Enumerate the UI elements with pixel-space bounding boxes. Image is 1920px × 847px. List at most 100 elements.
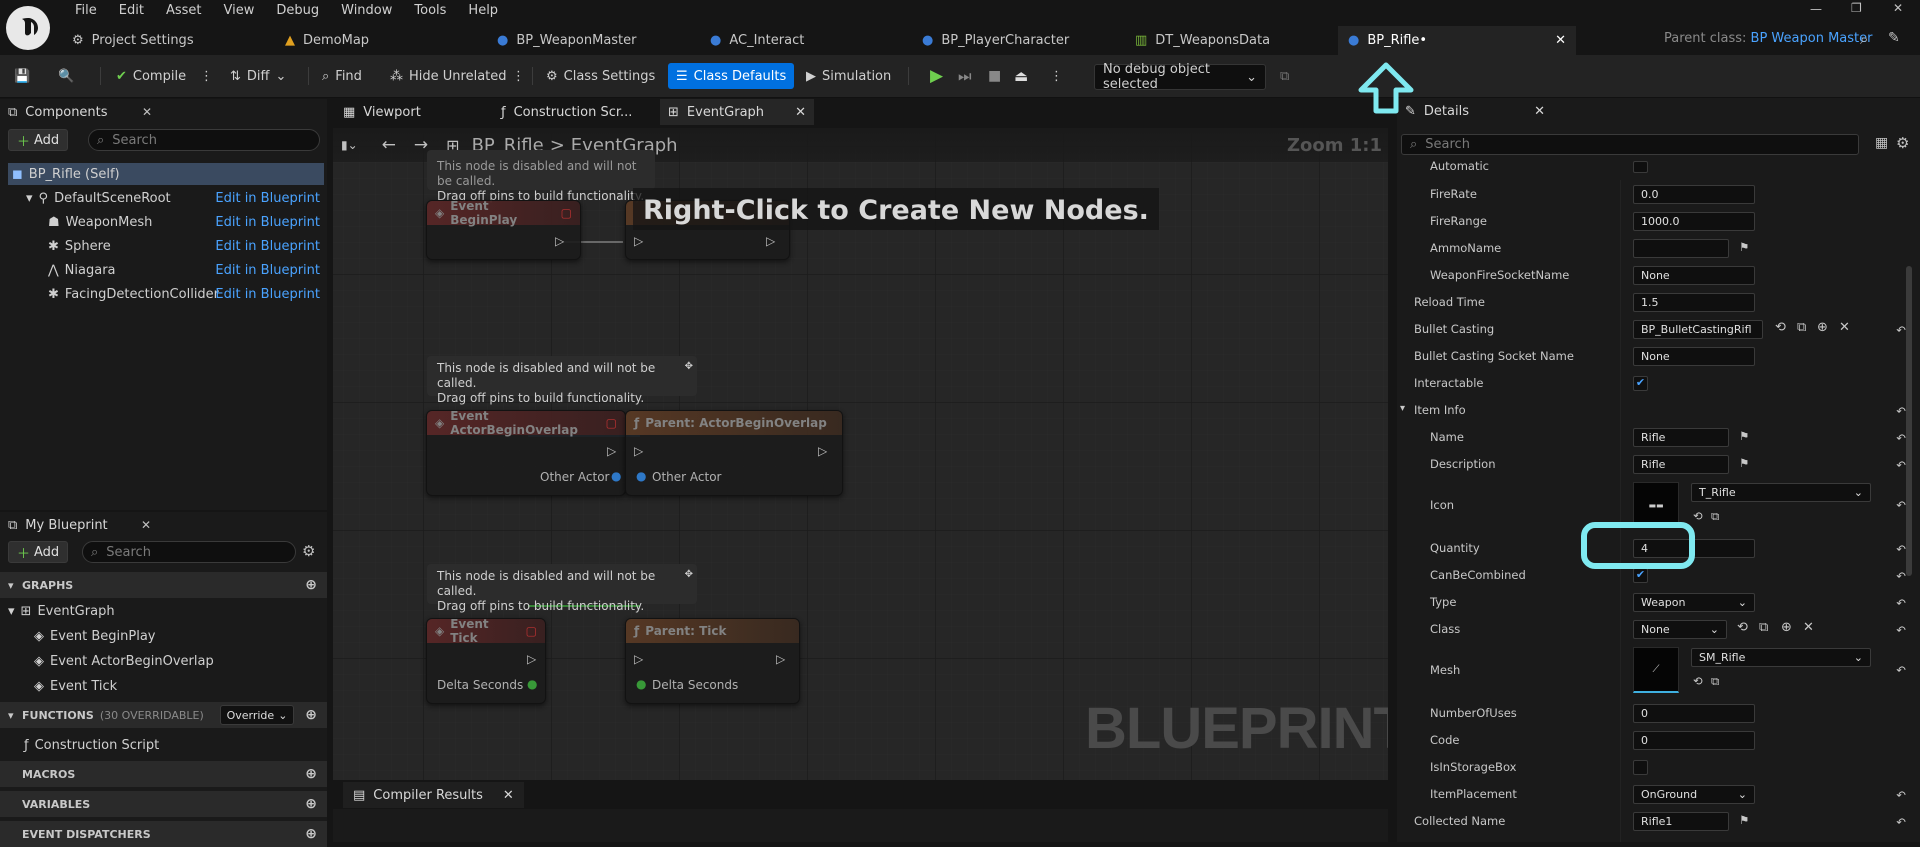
- reset-arrow-icon[interactable]: ↶: [1896, 569, 1906, 583]
- exec-in-pin[interactable]: ▷: [634, 234, 643, 248]
- edit-in-blueprint-link[interactable]: Edit in Blueprint: [215, 263, 320, 278]
- details-search-input[interactable]: ⌕ Search: [1401, 134, 1859, 155]
- settings-gear-icon[interactable]: ⚙: [302, 542, 315, 560]
- localize-flag-icon[interactable]: ⚑: [1739, 429, 1749, 443]
- tab-compiler-results[interactable]: ▤ Compiler Results ✕: [343, 782, 524, 808]
- diff-button[interactable]: ⇅ Diff ⌄: [230, 63, 286, 89]
- exec-in-pin[interactable]: ▷: [634, 444, 643, 458]
- debug-object-dropdown[interactable]: No debug object selected ⌄: [1094, 62, 1266, 92]
- add-macro-icon[interactable]: ⊕: [305, 766, 317, 782]
- component-weaponmesh[interactable]: ☗ WeaponMesh Edit in Blueprint: [0, 211, 326, 233]
- reset-arrow-icon[interactable]: ↶: [1896, 498, 1906, 512]
- comment-handle-icon[interactable]: ✥: [685, 359, 693, 374]
- weaponfiresocketname-field[interactable]: None: [1633, 266, 1755, 285]
- automatic-checkbox[interactable]: [1633, 161, 1648, 173]
- tab-ac-interact[interactable]: ● AC_Interact: [710, 29, 804, 51]
- float-pin-icon[interactable]: ●: [636, 677, 646, 691]
- browse-icon[interactable]: ⧉: [1711, 674, 1719, 689]
- component-sphere[interactable]: ✱ Sphere Edit in Blueprint: [0, 235, 326, 257]
- exec-out-pin[interactable]: ▷: [607, 444, 616, 458]
- tab-bp-playercharacter[interactable]: ● BP_PlayerCharacter: [922, 29, 1069, 51]
- add-graph-icon[interactable]: ⊕: [305, 577, 317, 593]
- delegate-pin-icon[interactable]: ▢: [526, 624, 537, 638]
- type-dropdown[interactable]: Weapon ⌄: [1633, 593, 1755, 612]
- my-blueprint-search-input[interactable]: ⌕ Search: [82, 541, 296, 563]
- parent-tick-node[interactable]: ƒ Parent: Tick ▷ ▷ ● Delta Seconds: [625, 618, 800, 704]
- close-icon[interactable]: ✕: [795, 105, 806, 120]
- add-dispatcher-icon[interactable]: ⊕: [305, 826, 317, 842]
- functions-section[interactable]: ▾ FUNCTIONS (30 OVERRIDABLE) Override ⌄ ⊕: [0, 702, 327, 728]
- exec-in-pin[interactable]: ▷: [634, 652, 643, 666]
- add-icon[interactable]: ⊕: [1817, 320, 1828, 335]
- ammoname-field[interactable]: [1633, 239, 1729, 258]
- localize-flag-icon[interactable]: ⚑: [1739, 456, 1749, 470]
- tab-bp-weaponmaster[interactable]: ● BP_WeaponMaster: [497, 29, 637, 51]
- stop-icon[interactable]: ■: [988, 63, 1001, 89]
- eject-icon[interactable]: ⏏: [1014, 63, 1028, 89]
- browse-icon[interactable]: ⧉: [1759, 620, 1768, 635]
- search-icon[interactable]: ⌕: [1860, 30, 1868, 48]
- code-field[interactable]: 0: [1633, 731, 1755, 750]
- use-selected-icon[interactable]: ⟲: [1775, 320, 1786, 335]
- clear-icon[interactable]: ✕: [1839, 320, 1850, 335]
- tab-demomap[interactable]: ▲ DemoMap: [285, 29, 369, 51]
- browse-icon[interactable]: ⧉: [1797, 320, 1806, 335]
- add-member-button[interactable]: ＋ Add: [8, 541, 69, 563]
- event-dispatchers-section[interactable]: EVENT DISPATCHERS ⊕: [0, 821, 327, 847]
- menu-file[interactable]: File: [64, 3, 108, 19]
- localize-flag-icon[interactable]: ⚑: [1739, 813, 1749, 827]
- use-selected-icon[interactable]: ⟲: [1693, 509, 1703, 523]
- tab-my-blueprint[interactable]: ⧉ My Blueprint: [8, 512, 108, 538]
- event-beginplay-node[interactable]: ◈ Event BeginPlay ▢ ▷: [426, 199, 581, 260]
- reset-arrow-icon[interactable]: ↶: [1896, 596, 1906, 610]
- reset-arrow-icon[interactable]: ↶: [1896, 623, 1906, 637]
- tab-project-settings[interactable]: ⚙ Project Settings: [72, 29, 194, 51]
- construction-script-item[interactable]: ƒ Construction Script: [24, 734, 159, 756]
- mesh-asset-dropdown[interactable]: SM_Rifle ⌄: [1691, 648, 1871, 667]
- play-icon[interactable]: ▶: [930, 63, 943, 89]
- tab-dt-weaponsdata[interactable]: ▥ DT_WeaponsData: [1135, 29, 1270, 51]
- compile-options-icon[interactable]: ⋮: [200, 63, 213, 89]
- forward-arrow-icon[interactable]: →: [414, 135, 428, 155]
- localize-flag-icon[interactable]: ⚑: [1739, 240, 1749, 254]
- menu-help[interactable]: Help: [457, 3, 509, 19]
- object-pin-icon[interactable]: ●: [611, 469, 621, 483]
- tab-eventgraph[interactable]: ⊞ EventGraph ✕: [660, 99, 814, 125]
- unreal-logo-icon[interactable]: [6, 6, 50, 50]
- canbecombined-checkbox[interactable]: ✔: [1633, 568, 1648, 583]
- maximize-icon[interactable]: ❐: [1851, 1, 1862, 15]
- edit-in-blueprint-link[interactable]: Edit in Blueprint: [215, 191, 320, 206]
- use-selected-icon[interactable]: ⟲: [1693, 674, 1703, 688]
- event-beginplay-item[interactable]: ◈ Event BeginPlay: [34, 625, 156, 647]
- reset-arrow-icon[interactable]: ↶: [1896, 663, 1906, 677]
- property-matrix-icon[interactable]: ▦: [1875, 135, 1888, 151]
- minimize-icon[interactable]: —: [1810, 2, 1822, 16]
- isinstoragebox-checkbox[interactable]: [1633, 760, 1648, 775]
- reset-arrow-icon[interactable]: ↶: [1896, 431, 1906, 445]
- settings-gear-icon[interactable]: ⚙: [1896, 134, 1909, 152]
- tab-components[interactable]: ⧉ Components: [8, 99, 108, 125]
- delegate-pin-icon[interactable]: ▢: [606, 416, 617, 430]
- menu-view[interactable]: View: [213, 3, 266, 19]
- class-dropdown[interactable]: None ⌄: [1633, 620, 1727, 639]
- tab-bp-rifle[interactable]: ● BP_Rifle• ✕: [1338, 26, 1576, 55]
- row-item-info[interactable]: ▾ Item Info ↶: [1397, 399, 1920, 421]
- interactable-checkbox[interactable]: ✔: [1633, 376, 1648, 391]
- menu-tools[interactable]: Tools: [403, 3, 457, 19]
- back-arrow-icon[interactable]: ←: [382, 135, 396, 155]
- float-pin-icon[interactable]: ●: [527, 677, 537, 691]
- close-icon[interactable]: ✕: [1534, 104, 1545, 119]
- close-icon[interactable]: ✕: [141, 518, 151, 532]
- event-tick-item[interactable]: ◈ Event Tick: [34, 675, 117, 697]
- reset-arrow-icon[interactable]: ↶: [1896, 788, 1906, 802]
- edit-in-blueprint-link[interactable]: Edit in Blueprint: [215, 239, 320, 254]
- event-graph-canvas[interactable]: ▮⌄ ← → ⊞ BP_Rifle > EventGraph Zoom 1:1 …: [333, 128, 1388, 780]
- exec-out-pin[interactable]: ▷: [555, 234, 564, 248]
- collectedname-field[interactable]: Rifle1: [1633, 812, 1729, 831]
- debug-filter-icon[interactable]: ⧉: [1280, 63, 1289, 89]
- name-field[interactable]: Rifle: [1633, 428, 1729, 447]
- menu-edit[interactable]: Edit: [108, 3, 155, 19]
- bulletcasting-dropdown[interactable]: BP_BulletCastingRifl: [1633, 320, 1763, 339]
- close-window-icon[interactable]: ✕: [1893, 1, 1903, 15]
- description-field[interactable]: Rifle: [1633, 455, 1729, 474]
